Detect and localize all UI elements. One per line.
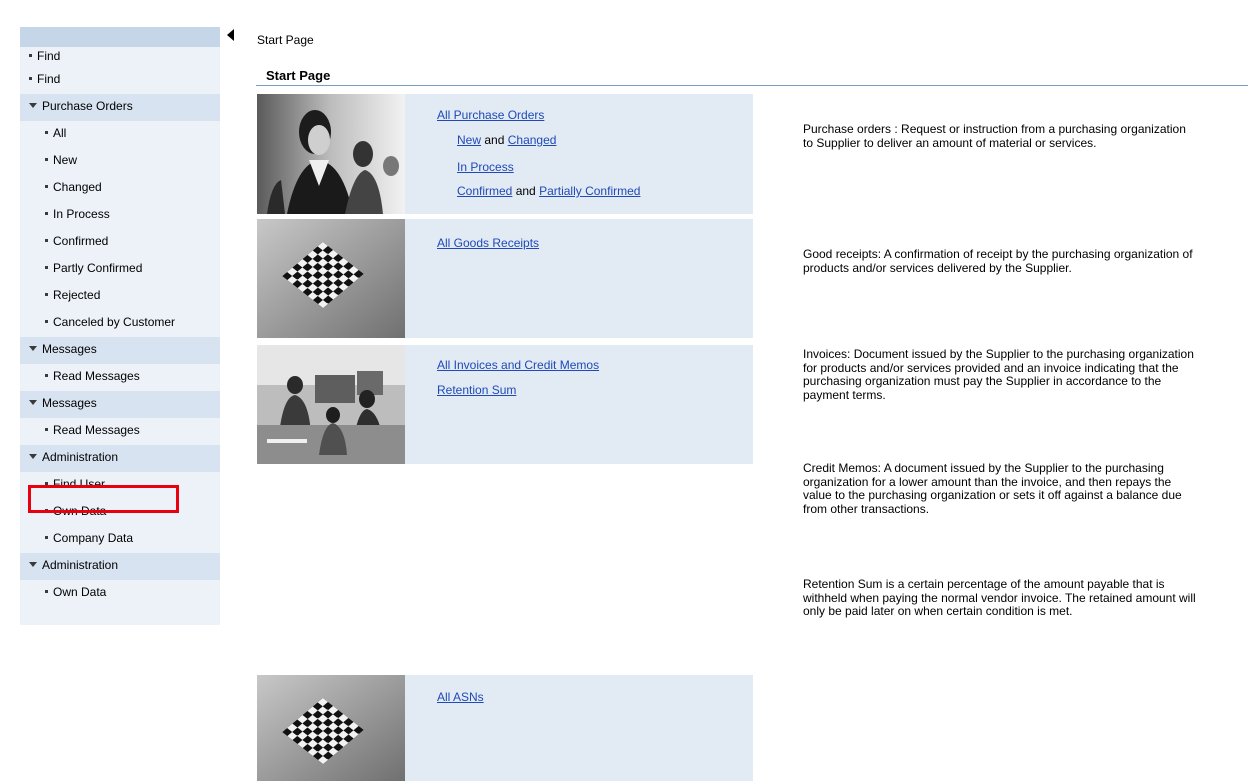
sidebar-section-messages[interactable]: Messages xyxy=(20,337,220,364)
purchase-orders-description: Purchase orders : Request or instruction… xyxy=(803,122,1186,150)
sidebar-item-canceled-by-customer[interactable]: Canceled by Customer xyxy=(20,310,220,337)
sidebar-item-confirmed[interactable]: Confirmed xyxy=(20,229,220,256)
sidebar-section-purchase-orders[interactable]: Purchase Orders xyxy=(20,94,220,121)
bullet-icon xyxy=(45,374,48,378)
bullet-icon xyxy=(45,158,48,162)
credit-memos-description: Credit Memos: A document issued by the S… xyxy=(803,461,1182,516)
sidebar-section-messages[interactable]: Messages xyxy=(20,391,220,418)
in-process-purchase-orders-link[interactable]: In Process xyxy=(457,160,514,174)
sidebar-item-label: Changed xyxy=(53,180,102,194)
sidebar-item-own-data[interactable]: Own Data xyxy=(20,580,220,607)
page-title: Start Page xyxy=(266,68,331,83)
sidebar-header xyxy=(20,27,220,47)
sidebar-item-label: All xyxy=(53,126,67,140)
sidebar-item-label: Read Messages xyxy=(53,423,140,437)
retention-sum-description: Retention Sum is a certain percentage of… xyxy=(803,577,1196,619)
all-invoices-and-credit-memos-link[interactable]: All Invoices and Credit Memos xyxy=(437,358,599,372)
sidebar-item-label: Canceled by Customer xyxy=(53,315,176,329)
sidebar-item-label: Administration xyxy=(42,450,119,464)
all-purchase-orders-link[interactable]: All Purchase Orders xyxy=(437,108,544,122)
bullet-icon xyxy=(45,293,48,297)
sidebar-filler xyxy=(20,607,220,625)
sidebar-item-label: Administration xyxy=(42,558,119,572)
sidebar-item-new[interactable]: New xyxy=(20,148,220,175)
sidebar-item-company-data[interactable]: Company Data xyxy=(20,526,220,553)
sidebar-item-all[interactable]: All xyxy=(20,121,220,148)
goods-receipts-description: Good receipts: A confirmation of receipt… xyxy=(803,247,1193,275)
collapse-sidebar-arrow-icon[interactable] xyxy=(227,29,234,41)
expand-triangle-icon xyxy=(29,454,37,460)
bullet-icon xyxy=(45,239,48,243)
all-goods-receipts-link[interactable]: All Goods Receipts xyxy=(437,236,539,250)
call-center-agents-image xyxy=(257,94,405,214)
sidebar-item-in-process[interactable]: In Process xyxy=(20,202,220,229)
purchase-orders-tile: All Purchase Orders New and Changed In P… xyxy=(405,94,753,214)
office-meeting-image xyxy=(257,345,405,464)
bullet-icon xyxy=(45,428,48,432)
sidebar-item-label: Confirmed xyxy=(53,234,109,248)
changed-purchase-orders-link[interactable]: Changed xyxy=(508,133,557,147)
sidebar-section-administration[interactable]: Administration xyxy=(20,445,220,472)
retention-sum-link[interactable]: Retention Sum xyxy=(437,383,516,397)
bullet-icon xyxy=(45,185,48,189)
bullet-icon xyxy=(45,131,48,135)
sidebar-item-partly-confirmed[interactable]: Partly Confirmed xyxy=(20,256,220,283)
sidebar-item-label: Company Data xyxy=(53,531,134,545)
asns-tile: All ASNs xyxy=(405,675,753,781)
sidebar-item-rejected[interactable]: Rejected xyxy=(20,283,220,310)
sidebar-item-label: Partly Confirmed xyxy=(53,261,143,275)
sidebar-item-label: Find User xyxy=(53,477,106,491)
sidebar-item-label: Purchase Orders xyxy=(42,99,133,113)
sidebar-item-find[interactable]: Find xyxy=(20,67,220,94)
expand-triangle-icon xyxy=(29,400,37,406)
sidebar-item-label: Find xyxy=(37,72,61,86)
invoices-description: Invoices: Document issued by the Supplie… xyxy=(803,347,1194,402)
bullet-icon xyxy=(45,509,48,513)
bullet-icon xyxy=(45,320,48,324)
call-center-agents-photo xyxy=(257,94,405,214)
bullet-icon xyxy=(29,54,32,58)
sidebar-item-find-user[interactable]: Find User xyxy=(20,472,220,499)
invoices-tile: All Invoices and Credit Memos Retention … xyxy=(405,345,753,464)
sidebar-item-label: New xyxy=(53,153,78,167)
sidebar-item-label: Own Data xyxy=(53,504,107,518)
bullet-icon xyxy=(29,77,32,81)
new-purchase-orders-link[interactable]: New xyxy=(457,133,481,147)
breadcrumb: Start Page xyxy=(257,33,314,47)
bullet-icon xyxy=(45,212,48,216)
sidebar-item-label: Messages xyxy=(42,396,97,410)
sidebar-section-administration[interactable]: Administration xyxy=(20,553,220,580)
page-title-bar: Start Page xyxy=(256,66,1248,86)
expand-triangle-icon xyxy=(29,103,37,109)
bullet-icon xyxy=(45,536,48,540)
sidebar-item-label: Own Data xyxy=(53,585,107,599)
goods-receipts-tile: All Goods Receipts xyxy=(405,219,753,338)
partially-confirmed-purchase-orders-link[interactable]: Partially Confirmed xyxy=(539,184,640,198)
expand-triangle-icon xyxy=(29,346,37,352)
and-text: and xyxy=(484,133,505,147)
sidebar-menu: Find Find Purchase Orders All New Changed In P… xyxy=(20,47,220,607)
checkered-flag-image-asn xyxy=(257,675,405,781)
all-asns-link[interactable]: All ASNs xyxy=(437,690,484,704)
confirmed-purchase-orders-link[interactable]: Confirmed xyxy=(457,184,512,198)
and-text: and xyxy=(515,184,536,198)
office-meeting-photo xyxy=(257,345,405,464)
bullet-icon xyxy=(45,482,48,486)
sidebar-item-label: Find xyxy=(37,49,61,63)
sidebar-item-changed[interactable]: Changed xyxy=(20,175,220,202)
navigation-sidebar: Find Find Purchase Orders All New Changed In P… xyxy=(20,27,220,625)
sidebar-item-own-data[interactable]: Own Data xyxy=(20,499,220,526)
sidebar-item-label: Read Messages xyxy=(53,369,140,383)
bullet-icon xyxy=(45,590,48,594)
sidebar-item-label: In Process xyxy=(53,207,110,221)
bullet-icon xyxy=(45,266,48,270)
sidebar-item-label: Messages xyxy=(42,342,97,356)
sidebar-item-find[interactable]: Find xyxy=(20,47,220,67)
sidebar-item-read-messages[interactable]: Read Messages xyxy=(20,418,220,445)
sidebar-item-label: Rejected xyxy=(53,288,101,302)
sidebar-item-read-messages[interactable]: Read Messages xyxy=(20,364,220,391)
checkered-flag-image xyxy=(257,219,405,338)
expand-triangle-icon xyxy=(29,562,37,568)
